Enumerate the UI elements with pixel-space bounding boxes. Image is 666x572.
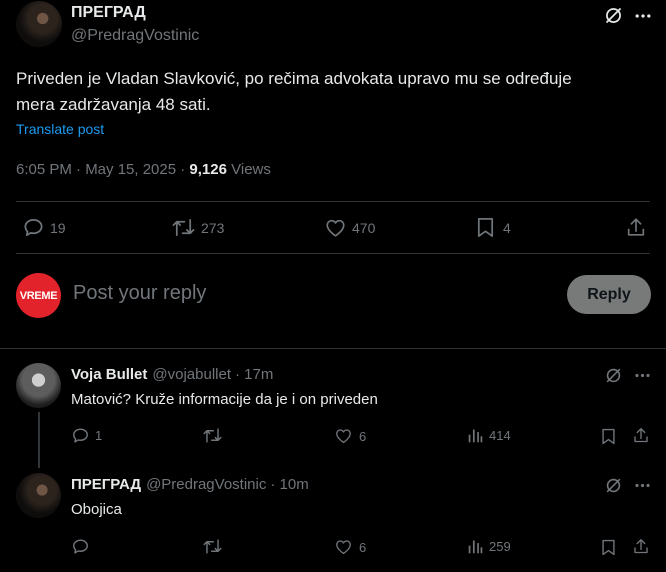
current-user-avatar[interactable]: VREME [16,273,61,318]
reply-count: 1 [95,428,103,443]
bookmark-action[interactable]: 4 [475,216,511,239]
share-icon[interactable] [632,426,650,445]
bookmark-icon [475,216,496,239]
views-action[interactable]: 259 [467,538,511,555]
post-text-line: Priveden je Vladan Slavković, po rečima … [16,69,572,88]
repost-icon [202,426,223,445]
divider [16,201,650,202]
author-avatar[interactable] [16,1,62,47]
analytics-icon [467,538,484,555]
views-action[interactable]: 414 [467,427,511,444]
reply-action[interactable]: 1 [71,426,102,445]
post-text: Priveden je Vladan Slavković, po rečima … [16,66,572,118]
reply-author-handle[interactable]: @PredragVostinic [146,476,266,493]
reply-header: Voja Bullet @vojabullet · 17m [71,366,273,383]
reply-button[interactable]: Reply [567,275,651,314]
reply-author-handle[interactable]: @vojabullet [152,366,231,383]
share-icon[interactable] [632,537,650,556]
like-count: 470 [352,220,376,236]
heart-icon [324,217,347,239]
reply-text: Obojica [71,501,122,518]
more-options-icon[interactable] [633,6,653,26]
reply-avatar[interactable] [16,473,61,518]
share-icon[interactable] [625,216,647,239]
post-meta: 6:05 PM · May 15, 2025 · 9,126 Views [16,161,271,178]
more-options-icon[interactable] [633,476,652,495]
divider [16,253,650,254]
divider [0,348,666,349]
reply-input[interactable]: Post your reply [73,282,206,305]
reply-text: Matović? Kruže informacije da je i on pr… [71,391,378,408]
heart-icon [334,427,353,445]
repost-action[interactable]: 273 [171,216,224,239]
like-action[interactable]: 6 [334,538,366,556]
post-text-line: mera zadržavanja 48 sati. [16,95,211,114]
repost-action[interactable] [202,426,223,445]
reply-icon [71,537,90,556]
like-count: 6 [359,428,367,444]
views-count: 414 [489,428,511,443]
repost-icon [202,537,223,556]
reply-time[interactable]: · 10m [270,476,308,493]
views-count: 9,126 [189,161,227,178]
like-count: 6 [359,539,367,555]
grok-icon[interactable] [604,366,623,385]
reply-author-name[interactable]: Voja Bullet [71,366,147,383]
views-label: Views [226,161,271,178]
reply-avatar[interactable] [16,363,61,408]
reply-time[interactable]: · 17m [235,366,273,383]
bookmark-icon[interactable] [600,427,617,446]
reply-author-name[interactable]: ПРЕГРАД [71,476,141,493]
reply-action[interactable]: 19 [22,216,66,239]
grok-icon[interactable] [603,5,624,26]
like-action[interactable]: 6 [334,427,366,445]
reply-icon [71,426,90,445]
like-action[interactable]: 470 [324,217,375,239]
thread-line [38,412,40,468]
reply-count: 19 [50,219,66,236]
bookmark-icon[interactable] [600,538,617,557]
bookmark-count: 4 [503,219,511,236]
post-timestamp[interactable]: 6:05 PM · May 15, 2025 · [16,161,189,178]
repost-icon [171,216,196,239]
repost-action[interactable] [202,537,223,556]
translate-link[interactable]: Translate post [16,121,104,137]
analytics-icon [467,427,484,444]
more-options-icon[interactable] [633,366,652,385]
author-name[interactable]: ПРЕГРАД [71,4,146,22]
heart-icon [334,538,353,556]
reply-header: ПРЕГРАД @PredragVostinic · 10m [71,476,309,493]
repost-count: 273 [201,219,225,236]
reply-icon [22,216,45,239]
author-handle[interactable]: @PredragVostinic [71,27,199,45]
reply-action[interactable] [71,537,90,556]
views-count: 259 [489,539,511,554]
grok-icon[interactable] [604,476,623,495]
